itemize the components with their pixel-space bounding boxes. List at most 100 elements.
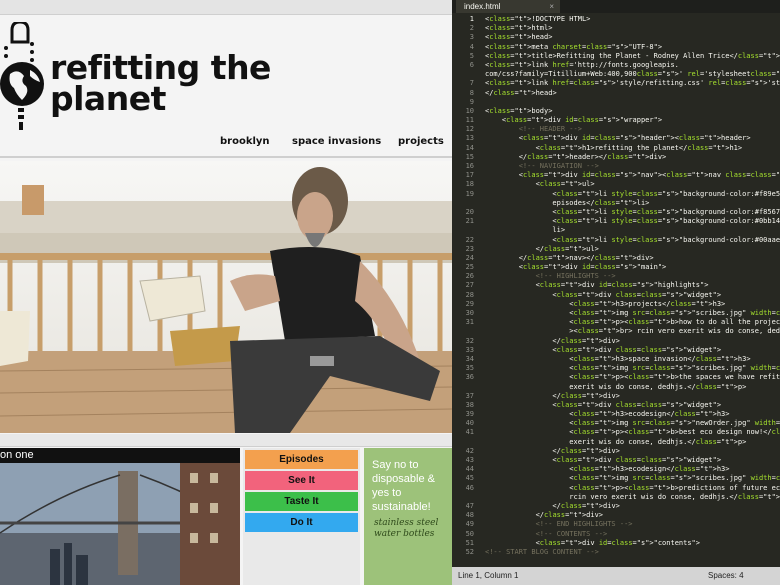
code-line[interactable]: 1 <class="t">!DOCTYPE HTML> [452, 15, 780, 24]
code-line[interactable]: 41 <class="t">p><class="t">b>best eco de… [452, 428, 780, 437]
code-line[interactable]: 48 </class="t">div> [452, 511, 780, 520]
nav-link-projects[interactable]: projects [398, 136, 444, 147]
nav-link-space-invasions[interactable]: space invasions [292, 136, 381, 147]
line-code: <class="t">title>Refitting the Planet - … [485, 51, 780, 60]
code-line[interactable]: 31 <class="t">p><class="t">b>how to do a… [452, 318, 780, 327]
code-line[interactable]: 32 </class="t">div> [452, 337, 780, 346]
nav-divider [0, 156, 452, 158]
line-code: <class="t">link href='http://fonts.googl… [485, 60, 679, 69]
code-line[interactable]: 38 <class="t">div class=class="s">"widge… [452, 401, 780, 410]
code-line[interactable]: 3 <class="t">head> [452, 33, 780, 42]
episodes-button[interactable]: Episodes [245, 450, 358, 469]
code-line[interactable]: 20 <class="t">li style=class="s">"backgr… [452, 208, 780, 217]
line-number: 23 [465, 244, 474, 253]
code-line[interactable]: 6 <class="t">link href='http://fonts.goog… [452, 61, 780, 70]
line-code: <class="t">div class=class="s">"widget"> [485, 400, 722, 409]
code-line[interactable]: 16 <!-- NAVIGATION --> [452, 162, 780, 171]
code-line[interactable]: 18 <class="t">ul> [452, 180, 780, 189]
site-title: refitting the planet [50, 51, 271, 115]
code-line[interactable]: 33 <class="t">div class=class="s">"widge… [452, 346, 780, 355]
promo-subtext: stainless steel water bottles [374, 518, 439, 539]
code-line[interactable]: 15 </class="t">header></class="t">div> [452, 153, 780, 162]
line-number: 4 [469, 42, 474, 51]
code-line[interactable]: 44 <class="t">h3>ecodesign</class="t">h3… [452, 465, 780, 474]
code-line[interactable]: 2 <class="t">html> [452, 24, 780, 33]
code-line[interactable]: 25 <class="t">div id=class="s">"main"> [452, 263, 780, 272]
close-icon[interactable]: × [549, 0, 554, 13]
code-line[interactable]: episodes</class="t">li> [452, 199, 780, 208]
code-line[interactable]: 23 </class="t">ul> [452, 245, 780, 254]
line-code: <class="t">img src=class="s">"scribes.jp… [485, 364, 780, 373]
code-line[interactable]: 13 <class="t">div id=class="s">"header">… [452, 134, 780, 143]
code-line[interactable]: 52 <!-- START BLOG CONTENT --> [452, 548, 780, 557]
code-line[interactable]: 34 <class="t">h3>space invasion</class="… [452, 355, 780, 364]
indentation-setting[interactable]: Spaces: 4 [708, 567, 744, 585]
code-line[interactable]: ><class="t">br> rcin vero exerit wis do … [452, 327, 780, 336]
line-code: <!-- END HIGHLIGHTS --> [485, 520, 633, 529]
code-line[interactable]: 11 <class="t">div id=class="s">"wrapper"… [452, 116, 780, 125]
code-line[interactable]: 46 <class="t">p><class="t">b>predictions… [452, 484, 780, 493]
line-number: 29 [465, 299, 474, 308]
line-code: </class="t">nav></class="t">div> [485, 253, 654, 262]
code-area[interactable]: 1 <class="t">!DOCTYPE HTML> 2 <class="t">ht… [452, 15, 780, 567]
code-line[interactable]: 27 <class="t">div id=class="s">"highligh… [452, 281, 780, 290]
line-number: 12 [465, 125, 474, 134]
line-code: <class="t">div id=class="s">"contents"> [485, 538, 700, 547]
code-line[interactable]: 28 <class="t">div class=class="s">"widge… [452, 291, 780, 300]
code-line[interactable]: 35 <class="t">img src=class="s">"scribes… [452, 364, 780, 373]
website-preview: refitting the planet brooklyn space inva… [0, 0, 452, 585]
code-line[interactable]: 14 <class="t">h1>refitting the planet</c… [452, 144, 780, 153]
code-line[interactable]: 17 <class="t">div id=class="s">"nav"><cl… [452, 171, 780, 180]
code-line[interactable]: 9 [452, 98, 780, 107]
line-code: <class="t">!DOCTYPE HTML> [485, 15, 591, 23]
strip-title: on one [0, 448, 240, 463]
promo-ad[interactable]: Say no to disposable & yes to sustainabl… [364, 448, 452, 585]
code-line[interactable]: 45 <class="t">img src=class="s">"scribes… [452, 474, 780, 483]
taste-it-button[interactable]: Taste It [245, 492, 358, 511]
bridge-photo [0, 463, 240, 585]
code-line[interactable]: 37 </class="t">div> [452, 392, 780, 401]
line-number: 36 [465, 373, 474, 382]
code-line[interactable]: 7 <class="t">link href=class="s">'style/r… [452, 79, 780, 88]
line-code: <!-- CONTENTS --> [485, 529, 608, 538]
code-line[interactable]: exerit wis do conse, dedhjs.</class="t">… [452, 438, 780, 447]
code-line[interactable]: rcin vero exerit wis do conse, dedhjs.</… [452, 493, 780, 502]
code-line[interactable]: 50 <!-- CONTENTS --> [452, 530, 780, 539]
line-code: <class="t">head> [485, 33, 553, 42]
code-line[interactable]: 49 <!-- END HIGHLIGHTS --> [452, 520, 780, 529]
code-line[interactable]: 10 <class="t">body> [452, 107, 780, 116]
code-line[interactable]: 51 <class="t">div id=class="s">"contents… [452, 539, 780, 548]
code-line[interactable]: com/css?family=Titillium+Web:400,900clas… [452, 70, 780, 79]
code-line[interactable]: 21 <class="t">li style=class="s">"backgr… [452, 217, 780, 226]
code-line[interactable]: exerit wis do conse, dedhjs.</class="t">… [452, 383, 780, 392]
code-line[interactable]: 40 <class="t">img src=class="s">"newOrde… [452, 419, 780, 428]
code-line[interactable]: 39 <class="t">h3>ecodesign</class="t">h3… [452, 410, 780, 419]
see-it-button[interactable]: See It [245, 471, 358, 490]
browser-top-bar [0, 0, 452, 15]
line-number: 2 [469, 24, 474, 33]
code-line[interactable]: 12 <!-- HEADER --> [452, 125, 780, 134]
code-line[interactable]: 19 <class="t">li style=class="s">"backgr… [452, 190, 780, 199]
code-line[interactable]: 30 <class="t">img src=class="s">"scribes… [452, 309, 780, 318]
code-line[interactable]: 22 <class="t">li style=class="s">"backgr… [452, 236, 780, 245]
code-line[interactable]: 36 <class="t">p><class="t">b>the spaces … [452, 373, 780, 382]
line-code: <class="t">ul> [485, 180, 595, 189]
line-code: <class="t">div class=class="s">"widget"> [485, 290, 722, 299]
line-number: 9 [469, 97, 474, 106]
line-number: 41 [465, 428, 474, 437]
do-it-button[interactable]: Do It [245, 513, 358, 532]
code-line[interactable]: li> [452, 226, 780, 235]
code-line[interactable]: 43 <class="t">div class=class="s">"widge… [452, 456, 780, 465]
code-line[interactable]: 26 <!-- HIGHLIGHTS --> [452, 272, 780, 281]
code-line[interactable]: 5 <class="t">title>Refitting the Planet -… [452, 52, 780, 61]
line-code: <class="t">div class=class="s">"widget"> [485, 345, 722, 354]
code-line[interactable]: 29 <class="t">h3>projects</class="t">h3> [452, 300, 780, 309]
globe-logo-icon [0, 20, 48, 132]
code-line[interactable]: 8 </class="t">head> [452, 89, 780, 98]
code-line[interactable]: 4 <class="t">meta charset=class="s">"UTF-… [452, 43, 780, 52]
nav-link-brooklyn[interactable]: brooklyn [220, 136, 270, 147]
code-line[interactable]: 42 </class="t">div> [452, 447, 780, 456]
tab-index-html[interactable]: index.html × [456, 0, 560, 13]
code-line[interactable]: 47 </class="t">div> [452, 502, 780, 511]
code-line[interactable]: 24 </class="t">nav></class="t">div> [452, 254, 780, 263]
